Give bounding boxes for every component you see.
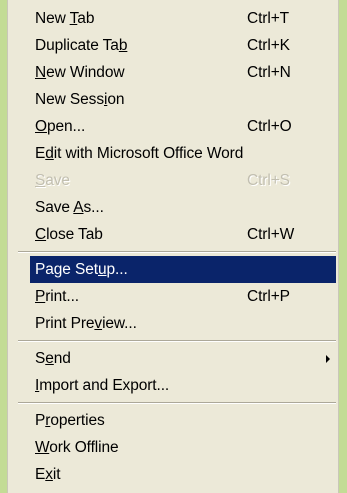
menu-item-edit-with-word[interactable]: Edit with Microsoft Office Word bbox=[30, 140, 336, 167]
menu-item-label: Properties bbox=[35, 412, 105, 429]
menu-item-label: Open... bbox=[35, 118, 86, 135]
menu-item-import-export[interactable]: Import and Export... bbox=[30, 372, 336, 399]
menu-item-label: Work Offline bbox=[35, 439, 119, 456]
menu-item-label: Exit bbox=[35, 466, 61, 483]
menu-item-shortcut: Ctrl+T bbox=[247, 10, 290, 27]
menu-item-shortcut: Ctrl+W bbox=[247, 226, 295, 243]
menu-item-label: New Session bbox=[35, 91, 125, 108]
menu-item-shortcut: Ctrl+N bbox=[247, 64, 291, 81]
menu-item-label: Save bbox=[35, 172, 70, 189]
menu-item-shortcut: Ctrl+P bbox=[247, 288, 290, 305]
menu-item-label: Print Preview... bbox=[35, 315, 137, 332]
menu-item-print-preview[interactable]: Print Preview... bbox=[30, 310, 336, 337]
menu-item-label: Save As... bbox=[35, 199, 104, 216]
menu-item-open[interactable]: Open... Ctrl+O bbox=[30, 113, 336, 140]
menu-item-close-tab[interactable]: Close Tab Ctrl+W bbox=[30, 221, 336, 248]
menu-item-label: Print... bbox=[35, 288, 80, 305]
menu-item-label: Import and Export... bbox=[35, 377, 170, 394]
menu-item-page-setup[interactable]: Page Setup... bbox=[30, 256, 336, 283]
menu-item-save-as[interactable]: Save As... bbox=[30, 194, 336, 221]
menu-item-shortcut: Ctrl+O bbox=[247, 118, 292, 135]
menu-item-label: Edit with Microsoft Office Word bbox=[35, 145, 244, 162]
menu-item-label: Duplicate Tab bbox=[35, 37, 128, 54]
chevron-right-icon bbox=[326, 355, 330, 363]
menu-separator bbox=[18, 399, 336, 407]
menu-item-work-offline[interactable]: Work Offline bbox=[30, 434, 336, 461]
menu-item-new-window[interactable]: New Window Ctrl+N bbox=[30, 59, 336, 86]
menu-item-duplicate-tab[interactable]: Duplicate Tab Ctrl+K bbox=[30, 32, 336, 59]
file-menu: New Tab Ctrl+T Duplicate Tab Ctrl+K New … bbox=[18, 5, 336, 488]
menu-item-label: New Tab bbox=[35, 10, 95, 27]
menu-item-new-tab[interactable]: New Tab Ctrl+T bbox=[30, 5, 336, 32]
menu-item-send[interactable]: Send bbox=[30, 345, 336, 372]
menu-item-label: Close Tab bbox=[35, 226, 103, 243]
menu-item-label: New Window bbox=[35, 64, 125, 81]
menu-item-new-session[interactable]: New Session bbox=[30, 86, 336, 113]
menu-panel: New Tab Ctrl+T Duplicate Tab Ctrl+K New … bbox=[7, 0, 339, 493]
menu-item-shortcut: Ctrl+S bbox=[247, 172, 290, 189]
menu-item-print[interactable]: Print... Ctrl+P bbox=[30, 283, 336, 310]
menu-item-properties[interactable]: Properties bbox=[30, 407, 336, 434]
menu-item-exit[interactable]: Exit bbox=[30, 461, 336, 488]
menu-item-save: Save Ctrl+S bbox=[30, 167, 336, 194]
menu-item-shortcut: Ctrl+K bbox=[247, 37, 290, 54]
menu-item-label: Send bbox=[35, 350, 71, 367]
menu-item-label: Page Setup... bbox=[35, 261, 128, 278]
menu-separator bbox=[18, 248, 336, 256]
menu-separator bbox=[18, 337, 336, 345]
